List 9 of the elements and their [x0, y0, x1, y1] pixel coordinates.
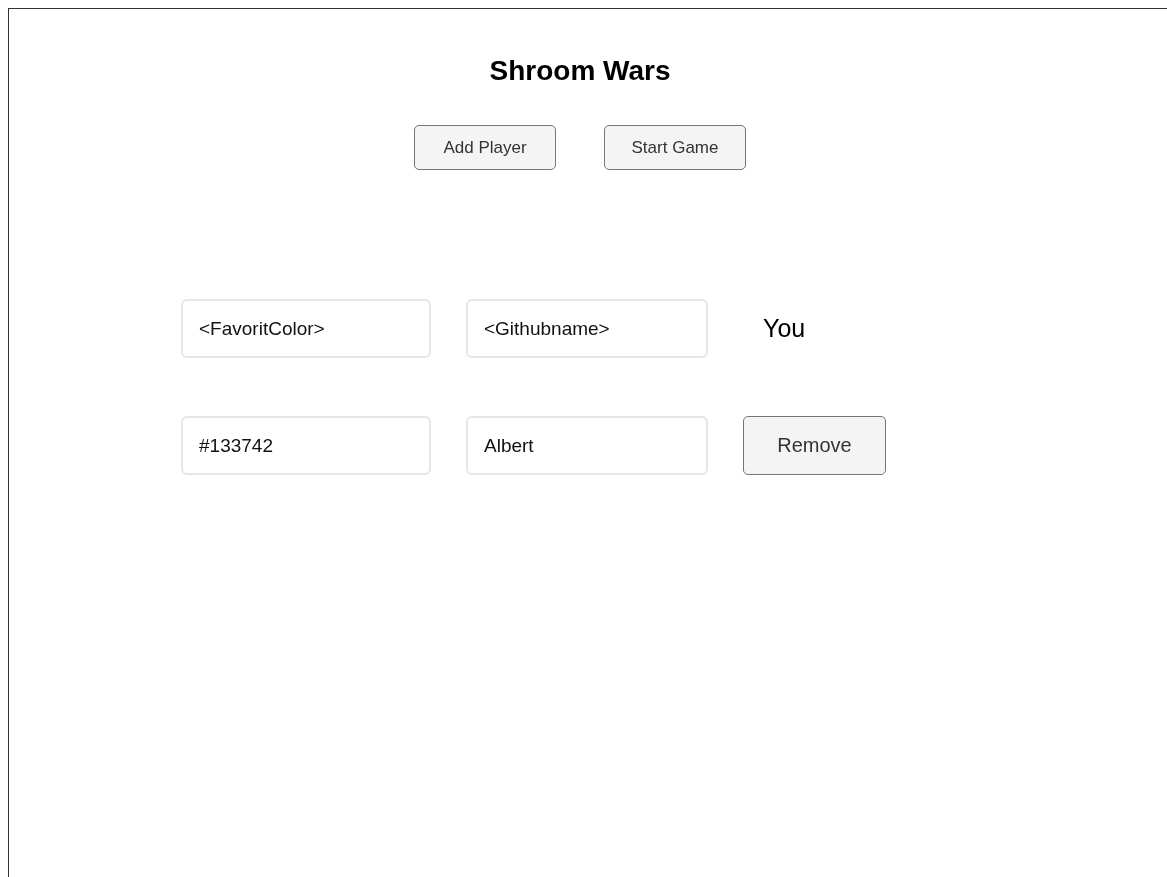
- action-button[interactable]: Add Player: [414, 125, 556, 170]
- color-input-field[interactable]: <FavoritColor>: [181, 299, 431, 358]
- remove-button[interactable]: Remove: [743, 416, 886, 475]
- you-label: You: [763, 314, 806, 343]
- color-input-field[interactable]: #133742: [181, 416, 431, 475]
- page-title: Shroom Wars: [488, 54, 672, 88]
- name-input-field[interactable]: Albert: [466, 416, 708, 475]
- name-input-field[interactable]: <Githubname>: [466, 299, 708, 358]
- action-button[interactable]: Start Game: [604, 125, 746, 170]
